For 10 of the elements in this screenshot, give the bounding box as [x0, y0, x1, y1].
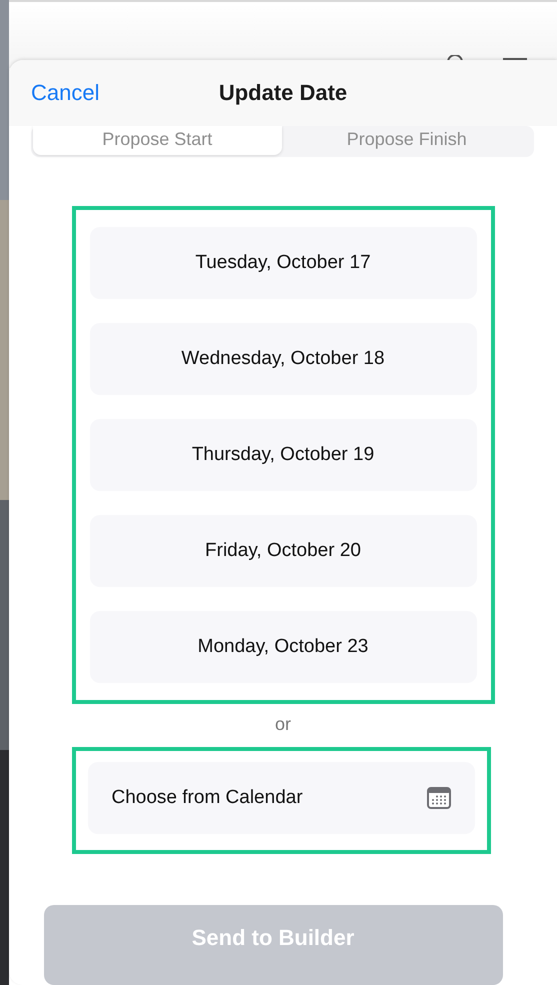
date-option[interactable]: Friday, October 20 [90, 515, 476, 587]
date-option[interactable]: Tuesday, October 17 [90, 227, 476, 299]
date-option[interactable]: Thursday, October 19 [90, 419, 476, 491]
cancel-button[interactable]: Cancel [31, 80, 100, 106]
calendar-button[interactable]: Choose from Calendar [88, 762, 474, 834]
date-option[interactable]: Wednesday, October 18 [90, 323, 476, 395]
sheet-title: Update Date [218, 80, 348, 106]
date-option[interactable]: Monday, October 23 [90, 611, 476, 683]
calendar-icon [426, 787, 450, 809]
or-label: or [274, 714, 291, 735]
